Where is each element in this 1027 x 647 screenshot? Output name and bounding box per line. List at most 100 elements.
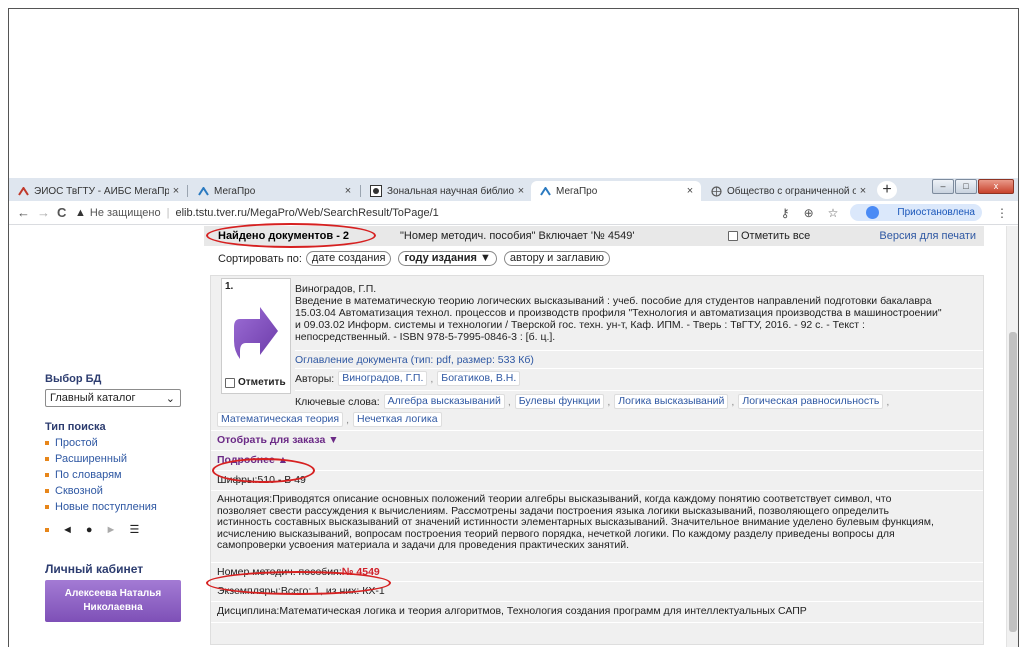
search-type-simple[interactable]: Простой bbox=[45, 435, 190, 451]
annotation-text: Аннотация:Приводятся описание основных п… bbox=[217, 493, 934, 551]
query-text: "Номер методич. пособия" Включает '№ 454… bbox=[400, 230, 635, 242]
highlight-ellipse bbox=[206, 571, 391, 595]
search-type-dictionaries[interactable]: По словарям bbox=[45, 467, 190, 483]
checkbox-icon bbox=[728, 231, 738, 241]
tab-strip: ЭИОС ТвГТУ - АИБС МегаПро × МегаПро × Зо… bbox=[9, 178, 1018, 201]
keyword-link[interactable]: Логика высказываний bbox=[614, 394, 729, 409]
keyword-link[interactable]: Алгебра высказываний bbox=[383, 394, 505, 409]
author-link[interactable]: Виноградов, Г.П. bbox=[338, 371, 428, 386]
new-tab-button[interactable]: + bbox=[877, 181, 897, 199]
next-button[interactable]: ► bbox=[106, 524, 117, 536]
left-sidebar: Выбор БД Главный каталог ⌄ Тип поиска Пр… bbox=[45, 373, 190, 622]
divider: | bbox=[166, 207, 170, 219]
toolbar-icons: ⚷ ⊕ ☆ Приостановлена ⋮ bbox=[767, 204, 1008, 221]
megapro-logo-icon bbox=[17, 185, 29, 197]
sort-by-date[interactable]: дате создания bbox=[305, 251, 392, 266]
keyword-link[interactable]: Булевы функции bbox=[514, 394, 605, 409]
window-controls: – □ x bbox=[931, 179, 1014, 194]
sort-by-author[interactable]: автору и заглавию bbox=[503, 251, 611, 266]
tab-eios[interactable]: ЭИОС ТвГТУ - АИБС МегаПро × bbox=[9, 181, 187, 201]
highlight-ellipse bbox=[206, 223, 376, 248]
maximize-button[interactable]: □ bbox=[955, 179, 977, 194]
keywords-row: Ключевые слова: Алгебра высказываний, Бу… bbox=[295, 394, 890, 409]
close-icon[interactable]: × bbox=[169, 185, 183, 197]
divider bbox=[295, 368, 983, 369]
authors-row: Авторы: Виноградов, Г.П., Богатиков, В.Н… bbox=[295, 371, 521, 386]
tab-megapro-active[interactable]: МегаПро × bbox=[531, 181, 701, 201]
user-button[interactable]: Алексеева Наталья Николаевна bbox=[45, 580, 181, 622]
sort-label: Сортировать по: bbox=[218, 252, 302, 265]
sort-by-year[interactable]: году издания ▼ bbox=[398, 251, 497, 266]
tab-separator bbox=[187, 185, 188, 197]
db-heading: Выбор БД bbox=[45, 373, 102, 385]
search-type-through[interactable]: Сквозной bbox=[45, 483, 190, 499]
author-link[interactable]: Богатиков, В.Н. bbox=[437, 371, 521, 386]
bullet-icon bbox=[45, 527, 49, 532]
minimize-button[interactable]: – bbox=[932, 179, 954, 194]
divider bbox=[211, 450, 983, 451]
document-cover: 1. Отметить bbox=[221, 278, 291, 394]
print-version-link[interactable]: Версия для печати bbox=[879, 230, 976, 242]
divider bbox=[295, 390, 983, 391]
mark-checkbox[interactable]: Отметить bbox=[225, 377, 286, 388]
select-for-order-link[interactable]: Отобрать для заказа ▼ bbox=[217, 434, 339, 446]
contents-link[interactable]: Оглавление документа (тип: pdf, размер: … bbox=[295, 354, 981, 366]
close-icon[interactable]: × bbox=[341, 185, 355, 197]
chevron-down-icon: ⌄ bbox=[165, 392, 175, 405]
zoom-icon[interactable]: ⊕ bbox=[804, 206, 814, 220]
back-button[interactable]: ← bbox=[17, 205, 30, 220]
reload-button[interactable]: C bbox=[57, 205, 66, 220]
sort-row: Сортировать по: дате создания году издан… bbox=[218, 251, 611, 266]
tab-separator bbox=[360, 185, 361, 197]
search-type-advanced[interactable]: Расширенный bbox=[45, 451, 190, 467]
url-field[interactable]: ▲ Не защищено | elib.tstu.tver.ru/MegaPr… bbox=[75, 204, 439, 222]
megapro-logo-icon bbox=[197, 185, 209, 197]
keyword-link[interactable]: Математическая теория bbox=[217, 412, 344, 427]
tab-library[interactable]: Зональная научная библиотека × bbox=[362, 181, 532, 201]
search-type-heading: Тип поиска bbox=[45, 421, 106, 433]
scrollbar-thumb[interactable] bbox=[1009, 332, 1017, 632]
key-icon[interactable]: ⚷ bbox=[781, 206, 790, 220]
current-dot-icon: ● bbox=[85, 523, 93, 536]
checkbox-icon bbox=[225, 377, 235, 388]
globe-icon bbox=[710, 185, 722, 197]
page-content: Выбор БД Главный каталог ⌄ Тип поиска Пр… bbox=[9, 223, 1018, 647]
mark-all-checkbox[interactable]: Отметить все bbox=[728, 230, 810, 242]
divider bbox=[211, 470, 983, 471]
highlight-ellipse bbox=[212, 458, 315, 483]
security-label: Не защищено bbox=[89, 207, 161, 219]
keyword-link[interactable]: Нечеткая логика bbox=[353, 412, 442, 427]
menu-icon[interactable]: ⋮ bbox=[996, 206, 1008, 220]
cabinet-heading: Личный кабинет bbox=[45, 562, 144, 576]
star-icon[interactable]: ☆ bbox=[828, 206, 839, 220]
scrollbar[interactable] bbox=[1006, 226, 1018, 647]
record-number: 1. bbox=[225, 281, 234, 292]
tab-company[interactable]: Общество с ограниченной отв × bbox=[702, 181, 874, 201]
library-icon bbox=[370, 185, 382, 197]
sidebar-pager: ◄ ● ► ☰ bbox=[45, 523, 190, 536]
megapro-logo-icon bbox=[539, 185, 551, 197]
menu-icon[interactable]: ☰ bbox=[129, 523, 139, 536]
keywords-row-2: Математическая теория, Нечеткая логика bbox=[217, 412, 442, 427]
tab-megapro-1[interactable]: МегаПро × bbox=[189, 181, 359, 201]
bullet-icon bbox=[45, 457, 49, 461]
profile-button[interactable]: Приостановлена bbox=[850, 204, 982, 221]
url-text: elib.tstu.tver.ru/MegaPro/Web/SearchResu… bbox=[175, 207, 439, 219]
divider bbox=[211, 430, 983, 431]
discipline-text: Дисциплина:Математическая логика и теори… bbox=[217, 605, 807, 617]
divider bbox=[211, 601, 983, 602]
prev-button[interactable]: ◄ bbox=[62, 524, 73, 536]
divider bbox=[211, 490, 983, 491]
bullet-icon bbox=[45, 489, 49, 493]
close-icon[interactable]: × bbox=[683, 185, 697, 197]
close-window-button[interactable]: x bbox=[978, 179, 1014, 194]
db-select[interactable]: Главный каталог ⌄ bbox=[45, 389, 181, 407]
bibliographic-description: Виноградов, Г.П. Введение в математическ… bbox=[295, 283, 942, 343]
search-type-new-arrivals[interactable]: Новые поступления bbox=[45, 499, 190, 515]
warning-icon: ▲ bbox=[75, 207, 86, 219]
browser-window: ЭИОС ТвГТУ - АИБС МегаПро × МегаПро × Зо… bbox=[8, 178, 1019, 647]
close-icon[interactable]: × bbox=[514, 185, 528, 197]
forward-button[interactable]: → bbox=[37, 205, 50, 220]
keyword-link[interactable]: Логическая равносильность bbox=[738, 394, 884, 409]
close-icon[interactable]: × bbox=[856, 185, 870, 197]
